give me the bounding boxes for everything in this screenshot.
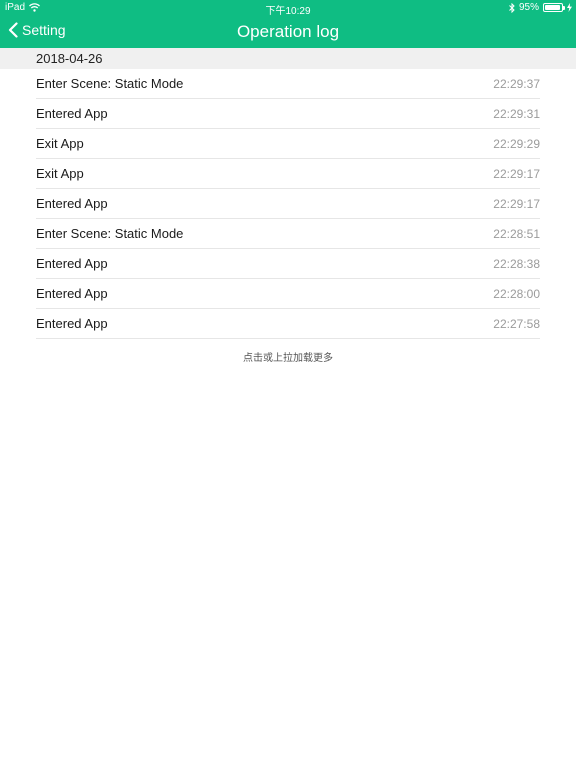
date-section-header: 2018-04-26 [0, 48, 576, 69]
log-event-time: 22:28:38 [493, 256, 540, 271]
log-event-name: Entered App [36, 106, 108, 121]
status-time: 下午10:29 [265, 6, 311, 17]
log-row[interactable]: Enter Scene: Static Mode 22:28:51 [36, 219, 540, 249]
log-row[interactable]: Entered App 22:28:00 [36, 279, 540, 309]
log-event-time: 22:27:58 [493, 316, 540, 331]
load-more-button[interactable]: 点击或上拉加载更多 [0, 349, 576, 364]
charging-icon [567, 3, 572, 12]
log-event-name: Enter Scene: Static Mode [36, 226, 184, 241]
log-event-time: 22:29:17 [493, 166, 540, 181]
log-event-name: Enter Scene: Static Mode [36, 76, 184, 91]
battery-percent: 95% [518, 2, 539, 13]
battery-icon [543, 3, 565, 12]
log-event-name: Entered App [36, 316, 108, 331]
log-event-name: Entered App [36, 286, 108, 301]
log-event-time: 22:28:51 [493, 226, 540, 241]
log-row[interactable]: Entered App 22:29:17 [36, 189, 540, 219]
log-row[interactable]: Entered App 22:28:38 [36, 249, 540, 279]
bluetooth-icon [509, 2, 515, 13]
log-event-time: 22:29:31 [493, 106, 540, 121]
battery-fill [545, 5, 561, 10]
log-list[interactable]: Enter Scene: Static Mode 22:29:37 Entered … [36, 69, 540, 339]
log-event-name: Exit App [36, 166, 84, 181]
log-event-name: Entered App [36, 196, 108, 211]
log-event-time: 22:29:37 [493, 76, 540, 91]
status-bar: iPad 下午10:29 95% [0, 0, 576, 17]
page-title: Operation log [236, 22, 340, 41]
log-event-name: Entered App [36, 256, 108, 271]
log-event-time: 22:29:29 [493, 136, 540, 151]
log-event-name: Exit App [36, 136, 84, 151]
log-row[interactable]: Entered App 22:29:31 [36, 99, 540, 129]
log-event-time: 22:28:00 [493, 286, 540, 301]
log-event-time: 22:29:17 [493, 196, 540, 211]
status-right: 95% [509, 2, 572, 13]
log-row[interactable]: Exit App 22:29:17 [36, 159, 540, 189]
log-row[interactable]: Exit App 22:29:29 [36, 129, 540, 159]
log-row[interactable]: Entered App 22:27:58 [36, 309, 540, 339]
navigation-bar: Setting Operation log [0, 16, 576, 48]
log-row[interactable]: Enter Scene: Static Mode 22:29:37 [36, 69, 540, 99]
